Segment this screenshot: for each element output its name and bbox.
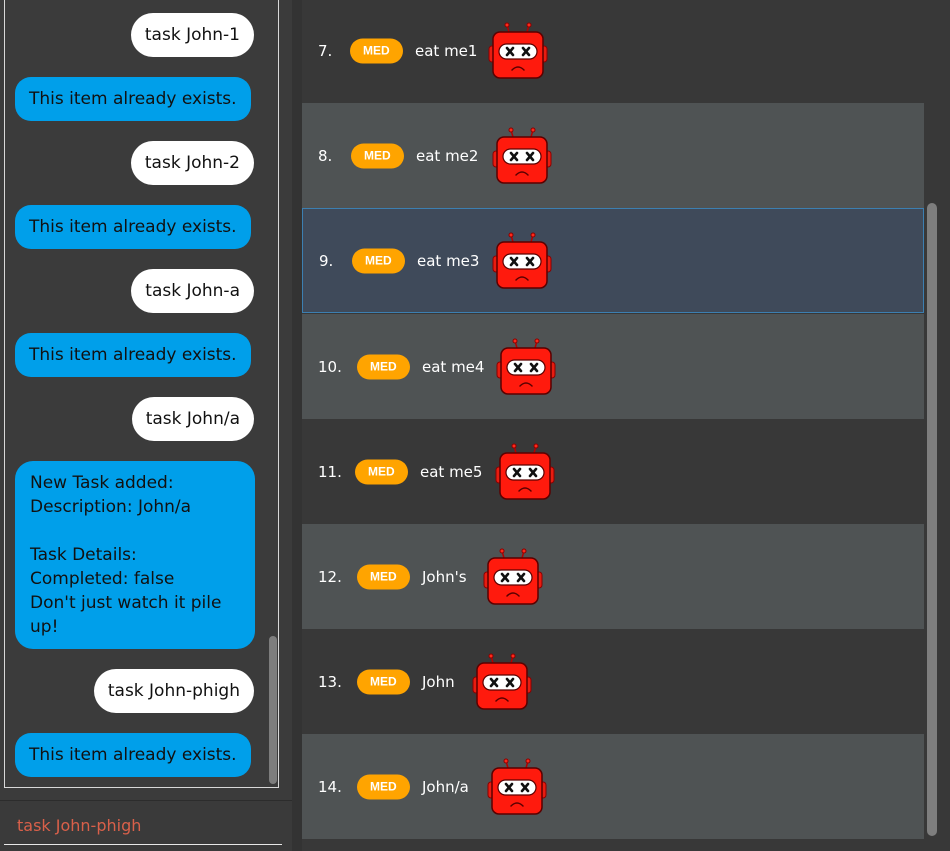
priority-badge: MED xyxy=(351,143,404,168)
task-row[interactable]: 12. MED John's xyxy=(302,524,924,629)
task-row-selected[interactable]: 9. MED eat me3 xyxy=(302,208,924,313)
sad-robot-icon xyxy=(491,231,553,289)
sad-robot-icon xyxy=(486,757,548,815)
task-index: 7. xyxy=(318,41,333,60)
user-message: task John-2 xyxy=(130,141,254,185)
chat-history[interactable]: task John-1 This item already exists. ta… xyxy=(4,0,279,788)
command-area xyxy=(0,800,292,851)
sad-robot-icon xyxy=(482,547,544,605)
priority-badge: MED xyxy=(355,459,408,484)
priority-badge: MED xyxy=(357,354,410,379)
task-description: eat me1 xyxy=(415,41,478,60)
task-description: John's xyxy=(422,567,467,586)
task-description: eat me2 xyxy=(416,146,479,165)
sad-robot-icon xyxy=(495,337,557,395)
priority-badge: MED xyxy=(357,564,410,589)
user-message: task John-1 xyxy=(130,13,254,57)
task-row[interactable]: 10. MED eat me4 xyxy=(302,314,924,419)
bot-message-task-added: New Task added: Description: John/a Task… xyxy=(15,461,255,649)
task-description: eat me4 xyxy=(422,357,485,376)
task-row[interactable]: 13. MED John xyxy=(302,629,924,734)
priority-badge: MED xyxy=(350,38,403,63)
task-row[interactable]: 11. MED eat me5 xyxy=(302,419,924,524)
priority-badge: MED xyxy=(357,774,410,799)
task-index: 11. xyxy=(318,462,342,481)
command-input[interactable] xyxy=(4,807,282,845)
bot-message: This item already exists. xyxy=(15,77,251,121)
task-list-panel: 7. MED eat me1 8. MED eat me2 9. MED eat… xyxy=(302,0,950,851)
task-index: 12. xyxy=(318,567,342,586)
task-index: 9. xyxy=(319,251,334,270)
user-message: task John-a xyxy=(131,269,254,313)
bot-message: This item already exists. xyxy=(15,333,251,377)
bot-message: This item already exists. xyxy=(15,733,251,777)
user-message: task John/a xyxy=(131,397,254,441)
task-description: eat me5 xyxy=(420,462,483,481)
sad-robot-icon xyxy=(494,442,556,500)
task-row[interactable]: 14. MED John/a xyxy=(302,734,924,839)
priority-badge: MED xyxy=(357,669,410,694)
sad-robot-icon xyxy=(487,21,549,79)
task-row[interactable]: 8. MED eat me2 xyxy=(302,103,924,208)
split-pane-divider[interactable] xyxy=(292,0,302,851)
sad-robot-icon xyxy=(471,652,533,710)
task-index: 8. xyxy=(318,146,333,165)
task-description: eat me3 xyxy=(417,251,480,270)
task-index: 13. xyxy=(318,672,342,691)
task-description: John/a xyxy=(422,777,469,796)
priority-badge: MED xyxy=(352,248,405,273)
bot-message: This item already exists. xyxy=(15,205,251,249)
task-row[interactable]: 7. MED eat me1 xyxy=(302,0,924,103)
task-index: 10. xyxy=(318,357,342,376)
chat-scrollbar[interactable] xyxy=(269,636,277,784)
user-message: task John-phigh xyxy=(93,669,254,713)
chat-panel: task John-1 This item already exists. ta… xyxy=(0,0,292,851)
task-index: 14. xyxy=(318,777,342,796)
sad-robot-icon xyxy=(491,126,553,184)
task-list-scrollbar[interactable] xyxy=(927,203,937,836)
task-description: John xyxy=(422,672,455,691)
